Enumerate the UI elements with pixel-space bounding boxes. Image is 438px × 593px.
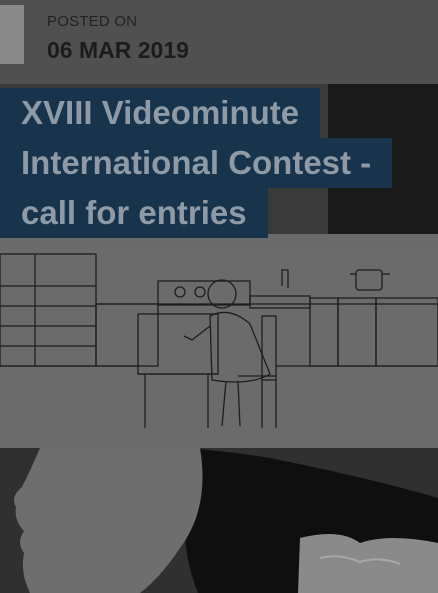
post-date: 06 MAR 2019 <box>47 37 189 63</box>
post-meta-header: POSTED ON 06 MAR 2019 <box>0 0 438 84</box>
posted-on-label: POSTED ON <box>47 13 138 30</box>
portrait-photo-icon <box>0 448 438 593</box>
woman-photo[interactable] <box>0 448 438 593</box>
post-title-line-3[interactable]: call for entries <box>0 188 268 238</box>
accent-bar <box>0 5 24 64</box>
post-title-line-1[interactable]: XVIII Videominute <box>0 88 321 138</box>
kitchen-drawing-icon <box>0 253 438 428</box>
post-title[interactable]: XVIII Videominute International Contest … <box>0 88 393 238</box>
kitchen-illustration[interactable] <box>0 246 438 448</box>
post-title-line-2[interactable]: International Contest - <box>0 138 393 188</box>
